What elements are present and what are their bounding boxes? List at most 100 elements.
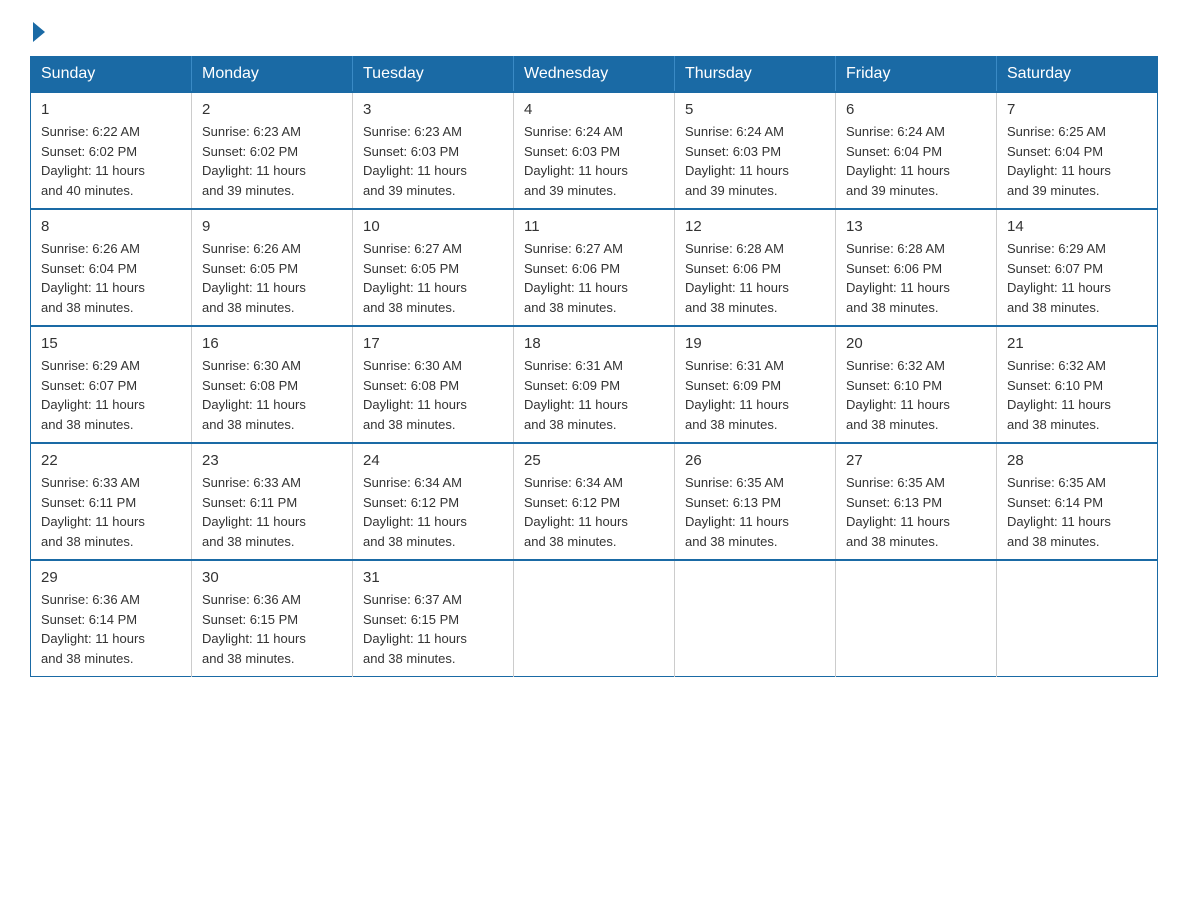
day-number: 28 (1007, 452, 1147, 469)
calendar-cell: 17 Sunrise: 6:30 AMSunset: 6:08 PMDayligh… (353, 326, 514, 443)
col-monday: Monday (192, 57, 353, 93)
day-number: 8 (41, 218, 181, 235)
day-number: 16 (202, 335, 342, 352)
day-info: Sunrise: 6:27 AMSunset: 6:06 PMDaylight:… (524, 239, 664, 317)
day-info: Sunrise: 6:29 AMSunset: 6:07 PMDaylight:… (1007, 239, 1147, 317)
day-number: 20 (846, 335, 986, 352)
day-info: Sunrise: 6:25 AMSunset: 6:04 PMDaylight:… (1007, 122, 1147, 200)
header-row: Sunday Monday Tuesday Wednesday Thursday… (31, 57, 1158, 93)
calendar-cell (836, 560, 997, 677)
logo-triangle-icon (33, 22, 45, 42)
day-number: 29 (41, 569, 181, 586)
day-info: Sunrise: 6:36 AMSunset: 6:14 PMDaylight:… (41, 590, 181, 668)
calendar-cell: 14 Sunrise: 6:29 AMSunset: 6:07 PMDayligh… (997, 209, 1158, 326)
calendar-cell: 8 Sunrise: 6:26 AMSunset: 6:04 PMDaylight… (31, 209, 192, 326)
day-info: Sunrise: 6:23 AMSunset: 6:02 PMDaylight:… (202, 122, 342, 200)
day-number: 9 (202, 218, 342, 235)
day-number: 11 (524, 218, 664, 235)
day-number: 23 (202, 452, 342, 469)
day-number: 13 (846, 218, 986, 235)
calendar-cell: 29 Sunrise: 6:36 AMSunset: 6:14 PMDayligh… (31, 560, 192, 677)
day-info: Sunrise: 6:34 AMSunset: 6:12 PMDaylight:… (524, 473, 664, 551)
day-info: Sunrise: 6:31 AMSunset: 6:09 PMDaylight:… (685, 356, 825, 434)
day-number: 1 (41, 101, 181, 118)
day-number: 25 (524, 452, 664, 469)
day-number: 26 (685, 452, 825, 469)
calendar-cell: 23 Sunrise: 6:33 AMSunset: 6:11 PMDayligh… (192, 443, 353, 560)
day-info: Sunrise: 6:35 AMSunset: 6:13 PMDaylight:… (685, 473, 825, 551)
calendar-cell: 16 Sunrise: 6:30 AMSunset: 6:08 PMDayligh… (192, 326, 353, 443)
col-wednesday: Wednesday (514, 57, 675, 93)
day-info: Sunrise: 6:27 AMSunset: 6:05 PMDaylight:… (363, 239, 503, 317)
calendar-cell: 10 Sunrise: 6:27 AMSunset: 6:05 PMDayligh… (353, 209, 514, 326)
col-thursday: Thursday (675, 57, 836, 93)
calendar-cell (675, 560, 836, 677)
day-info: Sunrise: 6:30 AMSunset: 6:08 PMDaylight:… (202, 356, 342, 434)
day-number: 27 (846, 452, 986, 469)
day-info: Sunrise: 6:35 AMSunset: 6:14 PMDaylight:… (1007, 473, 1147, 551)
calendar-cell: 26 Sunrise: 6:35 AMSunset: 6:13 PMDayligh… (675, 443, 836, 560)
calendar-cell: 24 Sunrise: 6:34 AMSunset: 6:12 PMDayligh… (353, 443, 514, 560)
day-number: 17 (363, 335, 503, 352)
day-info: Sunrise: 6:33 AMSunset: 6:11 PMDaylight:… (202, 473, 342, 551)
calendar-cell: 12Sunrise: 6:28 AMSunset: 6:06 PMDayligh… (675, 209, 836, 326)
logo (30, 20, 45, 36)
calendar-week-3: 15 Sunrise: 6:29 AMSunset: 6:07 PMDayligh… (31, 326, 1158, 443)
day-info: Sunrise: 6:28 AMSunset: 6:06 PMDaylight:… (846, 239, 986, 317)
calendar-cell: 22Sunrise: 6:33 AMSunset: 6:11 PMDayligh… (31, 443, 192, 560)
calendar-cell: 3 Sunrise: 6:23 AMSunset: 6:03 PMDaylight… (353, 92, 514, 209)
day-info: Sunrise: 6:26 AMSunset: 6:05 PMDaylight:… (202, 239, 342, 317)
day-info: Sunrise: 6:35 AMSunset: 6:13 PMDaylight:… (846, 473, 986, 551)
day-number: 3 (363, 101, 503, 118)
calendar-cell: 4 Sunrise: 6:24 AMSunset: 6:03 PMDaylight… (514, 92, 675, 209)
day-number: 7 (1007, 101, 1147, 118)
col-sunday: Sunday (31, 57, 192, 93)
day-number: 21 (1007, 335, 1147, 352)
calendar-cell: 15 Sunrise: 6:29 AMSunset: 6:07 PMDayligh… (31, 326, 192, 443)
calendar-body: 1 Sunrise: 6:22 AMSunset: 6:02 PMDaylight… (31, 92, 1158, 677)
day-info: Sunrise: 6:30 AMSunset: 6:08 PMDaylight:… (363, 356, 503, 434)
day-info: Sunrise: 6:24 AMSunset: 6:03 PMDaylight:… (524, 122, 664, 200)
calendar-week-1: 1 Sunrise: 6:22 AMSunset: 6:02 PMDaylight… (31, 92, 1158, 209)
calendar-cell: 30Sunrise: 6:36 AMSunset: 6:15 PMDayligh… (192, 560, 353, 677)
calendar-cell: 31 Sunrise: 6:37 AMSunset: 6:15 PMDayligh… (353, 560, 514, 677)
calendar-week-5: 29 Sunrise: 6:36 AMSunset: 6:14 PMDayligh… (31, 560, 1158, 677)
calendar-cell: 27 Sunrise: 6:35 AMSunset: 6:13 PMDayligh… (836, 443, 997, 560)
day-number: 12 (685, 218, 825, 235)
day-number: 31 (363, 569, 503, 586)
day-number: 10 (363, 218, 503, 235)
calendar-cell: 11 Sunrise: 6:27 AMSunset: 6:06 PMDayligh… (514, 209, 675, 326)
calendar-header: Sunday Monday Tuesday Wednesday Thursday… (31, 57, 1158, 93)
day-number: 19 (685, 335, 825, 352)
calendar-cell: 1 Sunrise: 6:22 AMSunset: 6:02 PMDaylight… (31, 92, 192, 209)
calendar-cell: 18Sunrise: 6:31 AMSunset: 6:09 PMDayligh… (514, 326, 675, 443)
day-number: 24 (363, 452, 503, 469)
day-info: Sunrise: 6:23 AMSunset: 6:03 PMDaylight:… (363, 122, 503, 200)
day-number: 15 (41, 335, 181, 352)
page-header (30, 20, 1158, 36)
calendar-cell: 21 Sunrise: 6:32 AMSunset: 6:10 PMDayligh… (997, 326, 1158, 443)
day-info: Sunrise: 6:33 AMSunset: 6:11 PMDaylight:… (41, 473, 181, 551)
day-info: Sunrise: 6:22 AMSunset: 6:02 PMDaylight:… (41, 122, 181, 200)
day-info: Sunrise: 6:34 AMSunset: 6:12 PMDaylight:… (363, 473, 503, 551)
day-number: 5 (685, 101, 825, 118)
calendar-cell: 5Sunrise: 6:24 AMSunset: 6:03 PMDaylight… (675, 92, 836, 209)
calendar-week-2: 8 Sunrise: 6:26 AMSunset: 6:04 PMDaylight… (31, 209, 1158, 326)
calendar-cell: 20 Sunrise: 6:32 AMSunset: 6:10 PMDayligh… (836, 326, 997, 443)
calendar-cell: 13 Sunrise: 6:28 AMSunset: 6:06 PMDayligh… (836, 209, 997, 326)
calendar-cell: 6Sunrise: 6:24 AMSunset: 6:04 PMDaylight… (836, 92, 997, 209)
day-info: Sunrise: 6:32 AMSunset: 6:10 PMDaylight:… (1007, 356, 1147, 434)
col-friday: Friday (836, 57, 997, 93)
day-info: Sunrise: 6:36 AMSunset: 6:15 PMDaylight:… (202, 590, 342, 668)
day-number: 4 (524, 101, 664, 118)
calendar-cell: 25 Sunrise: 6:34 AMSunset: 6:12 PMDayligh… (514, 443, 675, 560)
day-number: 14 (1007, 218, 1147, 235)
calendar-week-4: 22Sunrise: 6:33 AMSunset: 6:11 PMDayligh… (31, 443, 1158, 560)
col-tuesday: Tuesday (353, 57, 514, 93)
day-info: Sunrise: 6:26 AMSunset: 6:04 PMDaylight:… (41, 239, 181, 317)
day-number: 18 (524, 335, 664, 352)
day-info: Sunrise: 6:29 AMSunset: 6:07 PMDaylight:… (41, 356, 181, 434)
calendar-cell: 9 Sunrise: 6:26 AMSunset: 6:05 PMDaylight… (192, 209, 353, 326)
day-info: Sunrise: 6:37 AMSunset: 6:15 PMDaylight:… (363, 590, 503, 668)
day-info: Sunrise: 6:32 AMSunset: 6:10 PMDaylight:… (846, 356, 986, 434)
